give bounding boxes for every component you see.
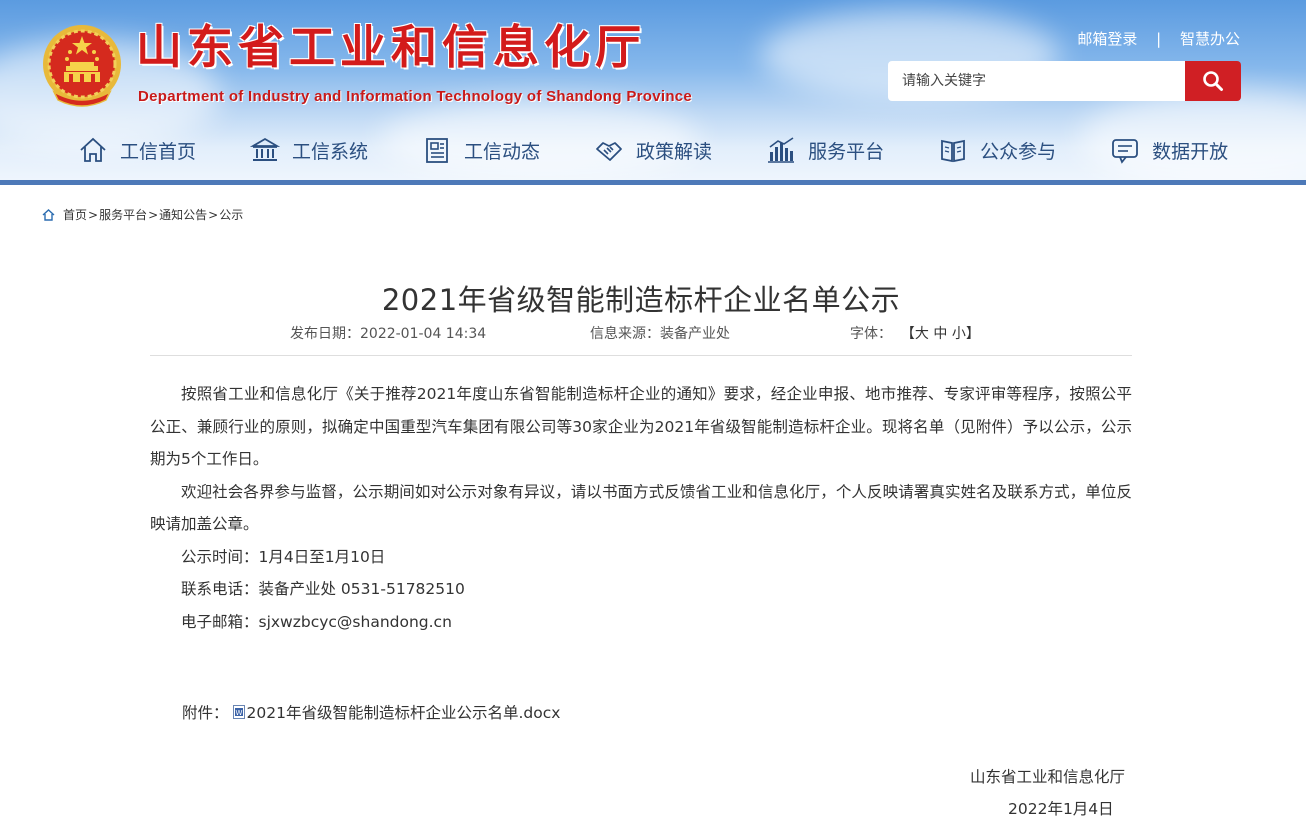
nav-label: 服务平台 (808, 140, 885, 163)
nav-item-home[interactable]: 工信首页 (78, 132, 196, 168)
mail-login-link[interactable]: 邮箱登录 (1077, 30, 1137, 48)
publicity-period: 公示时间：1月4日至1月10日 (181, 547, 386, 566)
nav-label: 工信首页 (120, 140, 197, 163)
nav-label: 工信系统 (292, 140, 369, 163)
smart-office-link[interactable]: 智慧办公 (1180, 30, 1240, 48)
font-size-control: 字体： 【大 中 小】 (850, 323, 980, 343)
nav-item-public[interactable]: 公众参与 (938, 132, 1056, 168)
breadcrumb-home[interactable]: 首页 (63, 206, 87, 223)
divider (150, 355, 1132, 356)
top-links-separator: | (1156, 30, 1162, 48)
svg-text:W: W (235, 709, 242, 717)
nav-item-policy[interactable]: 政策解读 (594, 132, 712, 168)
nav-label: 数据开放 (1152, 140, 1229, 163)
article-paragraph: 欢迎社会各界参与监督，公示期间如对公示对象有异议，请以书面方式反馈省工业和信息化… (150, 482, 1132, 534)
doc-icon: W (232, 705, 245, 719)
nav-label: 工信动态 (464, 140, 541, 163)
breadcrumb-separator: > (208, 207, 219, 222)
signature-org: 山东省工业和信息化厅 (970, 768, 1126, 786)
attachment-label: 附件： (182, 704, 229, 722)
nav-item-data[interactable]: 数据开放 (1110, 132, 1228, 168)
home-icon (80, 137, 106, 162)
font-size-medium[interactable]: 中 (933, 326, 947, 342)
search-box (888, 61, 1241, 101)
top-links: 邮箱登录 | 智慧办公 (1077, 28, 1240, 49)
info-source: 信息来源：装备产业处 (590, 323, 730, 343)
font-size-label: 字体： (850, 326, 892, 342)
info-source-label: 信息来源： (590, 326, 660, 342)
site-header: 山东省工业和信息化厅 Department of Industry and In… (0, 0, 1306, 180)
national-emblem-icon[interactable] (40, 22, 124, 110)
publish-date-label: 发布日期： (290, 326, 360, 342)
newspaper-icon (426, 138, 448, 163)
nav-item-system[interactable]: 工信系统 (250, 132, 368, 168)
nav-item-service[interactable]: 服务平台 (766, 132, 884, 168)
info-source-value: 装备产业处 (660, 326, 730, 342)
home-icon (42, 208, 55, 221)
signature-date: 2022年1月4日 (1008, 800, 1114, 818)
article-paragraph: 按照省工业和信息化厅《关于推荐2021年度山东省智能制造标杆企业的通知》要求，经… (150, 385, 1132, 468)
site-title[interactable]: 山东省工业和信息化厅 (136, 24, 646, 70)
header-bottom-bar (0, 180, 1306, 185)
attachment-link[interactable]: 2021年省级智能制造标杆企业公示名单.docx (247, 701, 561, 723)
search-icon (1203, 71, 1223, 91)
nav-label: 政策解读 (636, 140, 713, 163)
breadcrumb-notice[interactable]: 通知公告 (159, 206, 207, 223)
breadcrumb-separator: > (148, 207, 159, 222)
bar-chart-icon (768, 137, 795, 163)
book-icon (941, 139, 965, 163)
chat-icon (1112, 139, 1138, 164)
building-icon (250, 137, 281, 161)
nav-label: 公众参与 (980, 140, 1057, 163)
font-size-small[interactable]: 小 (952, 326, 966, 342)
contact-phone: 联系电话：装备产业处 0531-51782510 (181, 580, 465, 598)
breadcrumb-service[interactable]: 服务平台 (99, 206, 147, 223)
contact-email: 电子邮箱：sjxwzbcyc@shandong.cn (181, 612, 452, 631)
handshake-icon (596, 142, 622, 161)
publish-date-value: 2022-01-04 14:34 (360, 326, 487, 342)
article-body: 按照省工业和信息化厅《关于推荐2021年度山东省智能制造标杆企业的通知》要求，经… (150, 378, 1132, 638)
main-nav: 工信首页 工信系统 工信动态 政策解读 服务平台 公众参与 数据开放 (78, 132, 1228, 168)
attachment: 附件： W 2021年省级智能制造标杆企业公示名单.docx (182, 701, 560, 723)
breadcrumb-separator: > (88, 207, 99, 222)
publish-date: 发布日期：2022-01-04 14:34 (290, 323, 486, 343)
breadcrumb-current[interactable]: 公示 (219, 206, 243, 223)
breadcrumb: 首页 > 服务平台 > 通知公告 > 公示 (42, 206, 243, 223)
font-bracket-close: 】 (965, 326, 980, 342)
page-title: 2021年省级智能制造标杆企业名单公示 (381, 283, 901, 318)
font-size-large[interactable]: 大 (915, 326, 929, 342)
site-title-english: Department of Industry and Information T… (138, 88, 693, 105)
search-input[interactable] (888, 61, 1185, 101)
search-button[interactable] (1185, 61, 1241, 101)
nav-item-news[interactable]: 工信动态 (422, 132, 540, 168)
font-bracket-open: 【 (900, 326, 915, 342)
